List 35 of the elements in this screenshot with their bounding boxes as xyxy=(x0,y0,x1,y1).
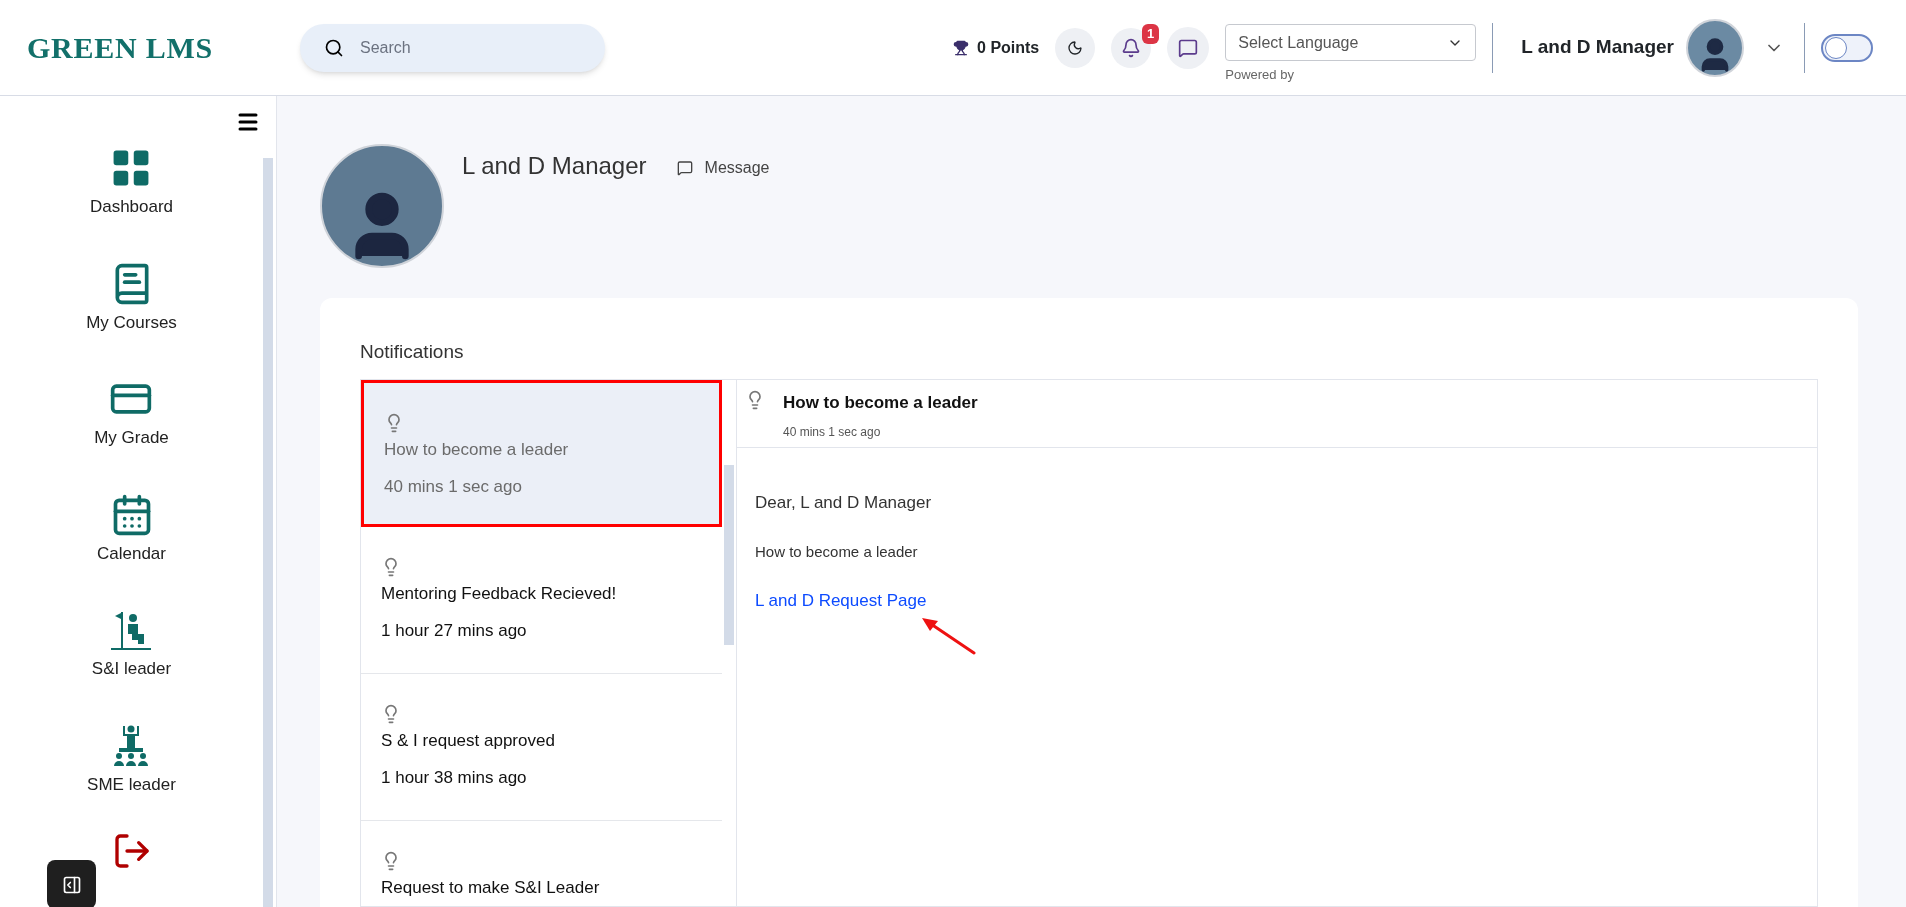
powered-by-label: Powered by xyxy=(1225,66,1295,85)
notification-item[interactable]: How to become a leader 40 mins 1 sec ago xyxy=(361,379,722,527)
moon-icon xyxy=(1067,39,1084,56)
sidebar-item[interactable]: S&I leader xyxy=(91,608,172,682)
chat-icon xyxy=(1178,37,1199,58)
message-link[interactable]: Message xyxy=(676,156,770,180)
trophy-icon xyxy=(953,39,970,56)
sidebar-item[interactable]: SME leader xyxy=(87,723,176,797)
sidebar-item[interactable]: My Grade xyxy=(94,377,169,451)
notification-count: 1 xyxy=(1142,23,1160,44)
language-select[interactable]: Select Language xyxy=(1225,24,1477,62)
search-icon xyxy=(324,37,344,58)
sidebar-item[interactable]: Calendar xyxy=(97,492,166,566)
notifications-heading: Notifications xyxy=(360,340,465,364)
notifications-button[interactable] xyxy=(1111,27,1152,68)
notification-item[interactable]: Request to make S&I Leader xyxy=(361,820,722,907)
sidebar-item[interactable]: My Courses xyxy=(86,261,177,335)
expand-panel-button[interactable] xyxy=(47,860,96,907)
theme-toggle[interactable] xyxy=(1821,33,1873,62)
request-page-link[interactable]: L and D Request Page xyxy=(755,588,927,614)
points-label: 0 Points xyxy=(977,37,1040,58)
detail-title: How to become a leader xyxy=(783,391,978,414)
body-text: How to become a leader xyxy=(755,541,919,562)
bell-icon xyxy=(1121,37,1142,58)
search-field[interactable]: Search xyxy=(300,23,605,72)
profile-name: L and D Manager xyxy=(462,151,647,181)
notification-item[interactable]: S & I request approved 1 hour 38 mins ago xyxy=(361,673,722,821)
pointer-arrow xyxy=(920,616,976,655)
panel-icon xyxy=(61,874,82,895)
greeting-text: Dear, L and D Manager xyxy=(755,492,933,514)
chat-icon xyxy=(676,160,693,176)
user-name[interactable]: L and D Manager xyxy=(1521,33,1674,62)
notification-item[interactable]: Mentoring Feedback Recieved! 1 hour 27 mins ago xyxy=(361,526,722,674)
detail-time: 40 mins 1 sec ago xyxy=(783,424,882,441)
sidebar-item[interactable]: Dashboard xyxy=(89,146,174,220)
